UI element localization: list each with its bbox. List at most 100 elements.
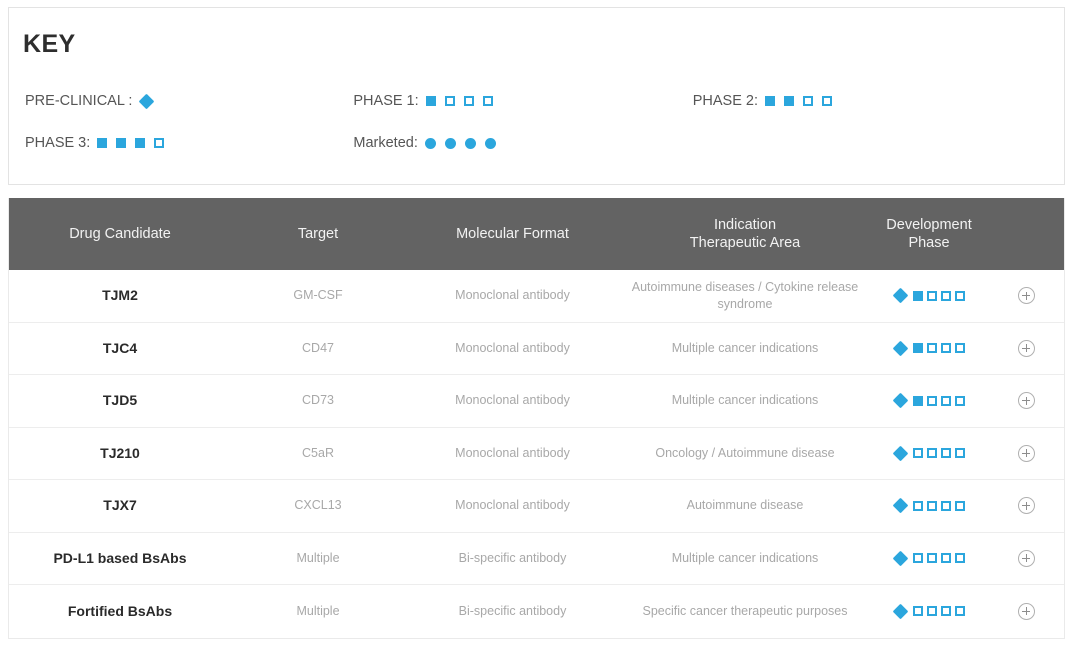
phase-marker-group xyxy=(876,497,982,514)
cell-target: Multiple xyxy=(296,603,340,618)
expand-row-button[interactable] xyxy=(988,339,1064,357)
cell-development-phase xyxy=(870,392,988,409)
cell-target: CD73 xyxy=(302,393,334,408)
open-square-marker-icon xyxy=(954,553,965,564)
open-square-marker-icon xyxy=(926,395,937,406)
open-square-marker-icon xyxy=(926,448,937,459)
column-header-molecular-format: Molecular Format xyxy=(456,225,569,242)
phase-marker-group xyxy=(876,550,982,567)
plus-circle-icon[interactable] xyxy=(1017,549,1035,567)
filled-square-marker-icon xyxy=(135,138,146,148)
open-square-marker-icon xyxy=(912,606,923,617)
key-legend-row: PRE-CLINICAL : PHASE 1: PHASE 2: xyxy=(9,80,1064,122)
open-square-marker-icon xyxy=(940,553,951,564)
table-row[interactable]: TJM2 GM-CSF Monoclonal antibody Autoimmune … xyxy=(9,270,1064,323)
open-square-marker-icon xyxy=(940,290,951,301)
column-header-development-phase: Development Phase xyxy=(886,216,972,251)
open-square-marker-icon xyxy=(954,500,965,511)
table-row[interactable]: TJ210 C5aR Monoclonal antibody Oncology / A… xyxy=(9,427,1064,480)
open-square-marker-icon xyxy=(940,448,951,459)
legend-item-phase-3: PHASE 3: xyxy=(9,135,353,151)
circle-marker-icon xyxy=(464,137,476,149)
cell-molecular-format: Bi-specific antibody xyxy=(458,603,567,618)
open-square-marker-icon xyxy=(482,96,493,106)
open-square-marker-icon xyxy=(940,343,951,354)
column-header-indication: Indication Therapeutic Area xyxy=(689,216,801,251)
open-square-marker-icon xyxy=(926,553,937,564)
expand-row-button[interactable] xyxy=(988,444,1064,462)
diamond-marker-icon xyxy=(139,93,155,109)
circle-marker-icon xyxy=(444,137,456,149)
key-legend-row: PHASE 3: Marketed: xyxy=(9,122,1064,164)
table-row[interactable]: TJC4 CD47 Monoclonal antibody Multiple canc… xyxy=(9,322,1064,375)
expand-row-button[interactable] xyxy=(988,497,1064,515)
cell-indication: Autoimmune diseases / Cytokine release s… xyxy=(631,279,859,311)
key-legend-grid: PRE-CLINICAL : PHASE 1: PHASE 2: PHASE 3… xyxy=(9,80,1064,164)
open-square-marker-icon xyxy=(154,138,165,148)
diamond-marker-icon xyxy=(892,550,908,567)
cell-drug-candidate: TJC4 xyxy=(102,339,138,356)
cell-molecular-format: Monoclonal antibody xyxy=(455,288,570,303)
legend-markers xyxy=(424,137,496,149)
open-square-marker-icon xyxy=(926,290,937,301)
legend-label: PHASE 3: xyxy=(25,135,91,151)
cell-drug-candidate: TJ210 xyxy=(100,444,140,461)
open-square-marker-icon xyxy=(940,395,951,406)
table-header-row: Drug Candidate Target Molecular Format I… xyxy=(9,198,1064,270)
diamond-marker-icon xyxy=(892,287,908,304)
cell-molecular-format: Monoclonal antibody xyxy=(455,498,570,513)
plus-circle-icon[interactable] xyxy=(1017,339,1035,357)
open-square-marker-icon xyxy=(822,96,832,106)
open-square-marker-icon xyxy=(954,448,965,459)
diamond-marker-icon xyxy=(892,445,908,462)
phase-marker-group xyxy=(876,603,982,620)
table-row[interactable]: Fortified BsAbs Multiple Bi-specific antib… xyxy=(9,585,1064,638)
plus-circle-icon[interactable] xyxy=(1017,444,1035,462)
table-row[interactable]: PD-L1 based BsAbs Multiple Bi-specific ant… xyxy=(9,532,1064,585)
phase-marker-group xyxy=(876,287,982,304)
open-square-marker-icon xyxy=(954,606,965,617)
cell-target: CXCL13 xyxy=(294,498,342,513)
phase-marker-group xyxy=(876,340,982,357)
cell-molecular-format: Monoclonal antibody xyxy=(455,445,570,460)
open-square-marker-icon xyxy=(954,290,965,301)
cell-target: GM-CSF xyxy=(293,288,343,303)
cell-indication: Multiple cancer indications xyxy=(671,340,819,355)
legend-item-phase-2: PHASE 2: xyxy=(693,93,1064,109)
filled-square-marker-icon xyxy=(765,96,775,106)
circle-marker-icon xyxy=(424,137,436,149)
diamond-marker-icon xyxy=(892,340,908,357)
cell-drug-candidate: PD-L1 based BsAbs xyxy=(53,549,187,566)
diamond-marker-icon xyxy=(892,497,908,514)
table-row[interactable]: TJD5 CD73 Monoclonal antibody Multiple canc… xyxy=(9,375,1064,428)
legend-markers xyxy=(425,96,493,106)
expand-row-button[interactable] xyxy=(988,549,1064,567)
legend-label: PHASE 2: xyxy=(692,93,758,109)
filled-square-marker-icon xyxy=(912,395,923,406)
expand-row-button[interactable] xyxy=(988,287,1064,305)
cell-target: C5aR xyxy=(302,445,334,460)
open-square-marker-icon xyxy=(912,500,923,511)
plus-circle-icon[interactable] xyxy=(1017,497,1035,515)
cell-indication: Multiple cancer indications xyxy=(671,550,819,565)
cell-drug-candidate: TJX7 xyxy=(103,497,137,514)
legend-label: PRE-CLINICAL : xyxy=(25,93,133,109)
plus-circle-icon[interactable] xyxy=(1017,602,1035,620)
phase-marker-group xyxy=(876,392,982,409)
open-square-marker-icon xyxy=(954,395,965,406)
table-row[interactable]: TJX7 CXCL13 Monoclonal antibody Autoimmune … xyxy=(9,480,1064,533)
plus-circle-icon[interactable] xyxy=(1017,392,1035,410)
cell-molecular-format: Monoclonal antibody xyxy=(455,393,570,408)
legend-label: Marketed: xyxy=(353,135,418,151)
cell-development-phase xyxy=(870,550,988,567)
expand-row-button[interactable] xyxy=(988,602,1064,620)
filled-square-marker-icon xyxy=(425,96,436,106)
key-panel: KEY PRE-CLINICAL : PHASE 1: PHASE 2: PHA… xyxy=(8,7,1065,185)
diamond-marker-icon xyxy=(892,392,908,409)
cell-molecular-format: Bi-specific antibody xyxy=(458,550,567,565)
cell-development-phase xyxy=(870,603,988,620)
expand-row-button[interactable] xyxy=(988,392,1064,410)
plus-circle-icon[interactable] xyxy=(1017,287,1035,305)
cell-target: Multiple xyxy=(296,550,340,565)
cell-development-phase xyxy=(870,445,988,462)
